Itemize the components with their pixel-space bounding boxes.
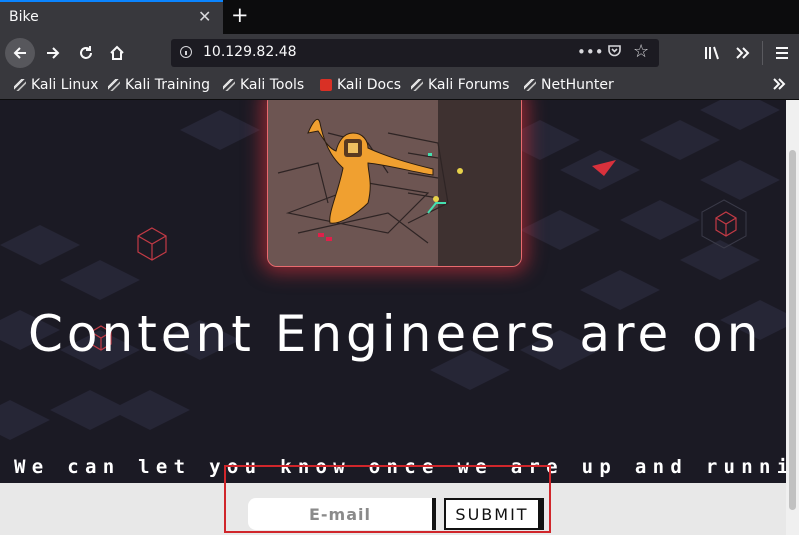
url-text[interactable]: 10.129.82.48 bbox=[203, 44, 297, 60]
kali-docs-icon bbox=[320, 79, 332, 91]
bookmark-label: Kali Forums bbox=[428, 77, 510, 93]
address-bar[interactable]: 10.129.82.48 ••• ☆ bbox=[171, 39, 659, 67]
web-page: Content Engineers are on We can let you … bbox=[0, 100, 786, 535]
home-button[interactable] bbox=[102, 38, 132, 68]
bookmark-star-icon[interactable]: ☆ bbox=[633, 41, 649, 62]
kali-dragon-icon bbox=[108, 79, 120, 91]
bookmarks-overflow-icon[interactable] bbox=[771, 76, 787, 96]
kali-dragon-icon bbox=[14, 79, 26, 91]
bookmark-kali-forums[interactable]: Kali Forums bbox=[411, 77, 509, 93]
tab-bike[interactable]: Bike ✕ bbox=[0, 0, 223, 34]
arrow-right-icon bbox=[47, 47, 60, 59]
pocket-icon[interactable] bbox=[607, 43, 622, 62]
bookmark-label: Kali Tools bbox=[240, 77, 305, 93]
home-icon bbox=[110, 45, 124, 60]
submit-button[interactable]: SUBMIT bbox=[444, 498, 544, 530]
reload-icon bbox=[80, 46, 92, 59]
kali-dragon-icon bbox=[223, 79, 235, 91]
toolbar-separator bbox=[762, 41, 763, 65]
overflow-menu-button[interactable] bbox=[727, 38, 757, 68]
nethunter-icon bbox=[524, 79, 536, 91]
library-button[interactable] bbox=[697, 38, 727, 68]
reload-button[interactable] bbox=[71, 38, 101, 68]
page-scrollbar[interactable] bbox=[786, 100, 799, 535]
hamburger-menu-icon bbox=[776, 47, 788, 59]
bookmark-kali-linux[interactable]: Kali Linux bbox=[14, 77, 98, 93]
arrow-left-icon bbox=[13, 47, 26, 59]
kali-dragon-icon bbox=[411, 79, 423, 91]
bookmark-label: Kali Training bbox=[125, 77, 210, 93]
new-tab-icon[interactable]: + bbox=[231, 3, 249, 27]
scrollbar-thumb[interactable] bbox=[789, 150, 796, 510]
bookmark-nethunter[interactable]: NetHunter bbox=[524, 77, 614, 93]
page-subline: We can let you know once we are up and r… bbox=[14, 456, 786, 478]
menu-button[interactable] bbox=[767, 38, 797, 68]
email-input[interactable] bbox=[248, 498, 436, 530]
hero-illustration bbox=[267, 100, 522, 267]
info-icon[interactable] bbox=[180, 46, 192, 58]
bookmark-kali-tools[interactable]: Kali Tools bbox=[223, 77, 304, 93]
library-icon bbox=[705, 46, 719, 60]
page-actions-icon[interactable]: ••• bbox=[577, 43, 604, 61]
forward-button[interactable] bbox=[38, 38, 68, 68]
bookmark-label: Kali Linux bbox=[31, 77, 99, 93]
bookmark-label: NetHunter bbox=[541, 77, 614, 93]
bookmark-kali-training[interactable]: Kali Training bbox=[108, 77, 210, 93]
bookmark-kali-docs[interactable]: Kali Docs bbox=[320, 77, 401, 93]
tab-strip: Bike ✕ + bbox=[0, 0, 799, 34]
navigation-toolbar: 10.129.82.48 ••• ☆ bbox=[0, 34, 799, 72]
bookmarks-toolbar: Kali Linux Kali Training Kali Tools Kali… bbox=[0, 72, 799, 100]
page-headline: Content Engineers are on bbox=[28, 305, 763, 363]
close-tab-icon[interactable]: ✕ bbox=[198, 7, 211, 26]
tab-title: Bike bbox=[9, 9, 39, 25]
chevron-double-right-icon bbox=[736, 47, 750, 59]
bookmark-label: Kali Docs bbox=[337, 77, 402, 93]
back-button[interactable] bbox=[5, 38, 35, 68]
